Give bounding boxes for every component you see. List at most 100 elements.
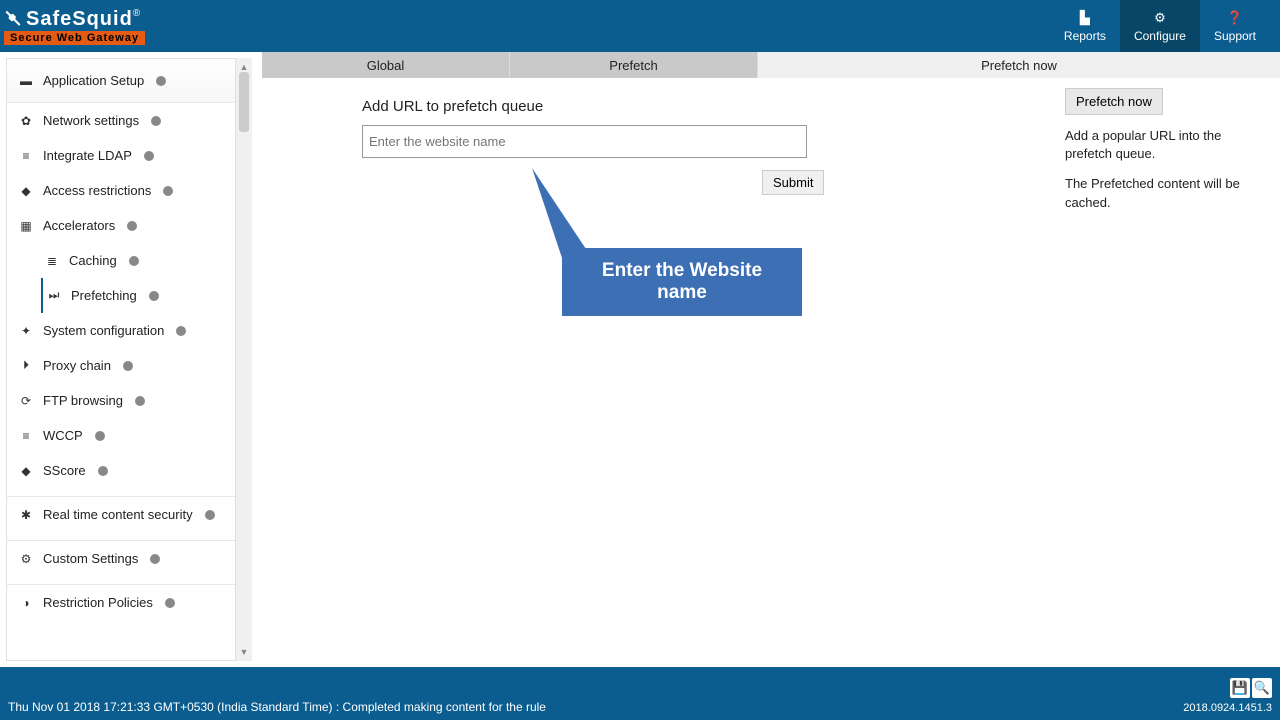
- nav-support[interactable]: ❓ Support: [1200, 0, 1270, 52]
- footer-status: Thu Nov 01 2018 17:21:33 GMT+0530 (India…: [8, 700, 546, 714]
- help-icon: ❓: [1227, 10, 1243, 26]
- footer: Thu Nov 01 2018 17:21:33 GMT+0530 (India…: [0, 667, 1280, 720]
- chain-icon: ⏵: [19, 358, 33, 373]
- sidebar-item-prefetching[interactable]: ⏭ Prefetching: [41, 278, 235, 313]
- nav-configure[interactable]: ⚙ Configure: [1120, 0, 1200, 52]
- panel-text-2: The Prefetched content will be cached.: [1065, 175, 1270, 211]
- info-badge-icon: [98, 466, 108, 476]
- sidebar-item-sscore[interactable]: ◆ SScore: [7, 453, 235, 488]
- info-badge-icon: [205, 510, 215, 520]
- sidebar-item-wccp[interactable]: ≡ WCCP: [7, 418, 235, 453]
- save-icon[interactable]: 💾: [1230, 678, 1250, 698]
- nav-configure-label: Configure: [1134, 29, 1186, 43]
- scroll-thumb[interactable]: [239, 72, 249, 132]
- callout-box: Enter the Website name: [562, 248, 802, 316]
- sidebar-label: WCCP: [43, 428, 83, 443]
- sidebar-item-app-setup[interactable]: ▬ Application Setup: [7, 59, 235, 103]
- prefetch-now-button[interactable]: Prefetch now: [1065, 88, 1163, 115]
- sidebar-label: Accelerators: [43, 218, 115, 233]
- sliders-icon: ⚙: [1154, 10, 1166, 26]
- sidebar-item-access[interactable]: ◆ Access restrictions: [7, 173, 235, 208]
- brand-tagline: Secure Web Gateway: [4, 31, 145, 45]
- sidebar-item-custom[interactable]: ⚙ Custom Settings: [7, 541, 235, 576]
- puzzle-icon: ✦: [19, 324, 33, 338]
- main-area: ▬ Application Setup ✿ Network settings ≡…: [0, 52, 1280, 667]
- info-badge-icon: [163, 186, 173, 196]
- speed-icon: ▦: [19, 219, 33, 233]
- info-badge-icon: [176, 326, 186, 336]
- info-badge-icon: [156, 76, 166, 86]
- info-badge-icon: [165, 598, 175, 608]
- panel-text-1: Add a popular URL into the prefetch queu…: [1065, 127, 1270, 163]
- search-icon[interactable]: 🔍: [1252, 678, 1272, 698]
- briefcase-icon: ▬: [19, 74, 33, 88]
- app-header: SafeSquid® Secure Web Gateway ▙ Reports …: [0, 0, 1280, 52]
- gear-icon: ⚙: [19, 552, 33, 566]
- content-body: Add URL to prefetch queue Submit Enter t…: [262, 78, 1280, 667]
- info-badge-icon: [151, 116, 161, 126]
- sidebar-item-ftp[interactable]: ⟳ FTP browsing: [7, 383, 235, 418]
- sidebar-item-caching[interactable]: ≣ Caching: [7, 243, 235, 278]
- sidebar-label: FTP browsing: [43, 393, 123, 408]
- sidebar-item-sysconf[interactable]: ✦ System configuration: [7, 313, 235, 348]
- scroll-up-icon: ▲: [240, 62, 249, 72]
- sidebar-label: Access restrictions: [43, 183, 151, 198]
- info-badge-icon: [127, 221, 137, 231]
- chart-icon: ▙: [1080, 10, 1090, 26]
- sidebar: ▬ Application Setup ✿ Network settings ≡…: [6, 58, 236, 661]
- list-icon: ≡: [19, 149, 33, 163]
- info-badge-icon: [95, 431, 105, 441]
- footer-version: 2018.0924.1451.3: [1183, 702, 1272, 714]
- scroll-down-icon: ▼: [240, 647, 249, 657]
- forward-icon: ⏭: [47, 288, 61, 303]
- info-badge-icon: [149, 291, 159, 301]
- sidebar-label: Custom Settings: [43, 551, 138, 566]
- form-title: Add URL to prefetch queue: [362, 98, 1055, 115]
- globe-icon: ✿: [19, 114, 33, 128]
- info-badge-icon: [135, 396, 145, 406]
- tab-global[interactable]: Global: [262, 52, 510, 78]
- check-icon: ◆: [19, 464, 33, 478]
- sidebar-label: Application Setup: [43, 73, 144, 88]
- shield-icon: ◆: [19, 184, 33, 198]
- tab-prefetch[interactable]: Prefetch: [510, 52, 758, 78]
- wrench-icon: [4, 10, 22, 28]
- content-area: Global Prefetch Prefetch now Add URL to …: [262, 52, 1280, 667]
- logo-area: SafeSquid® Secure Web Gateway: [4, 8, 145, 45]
- sidebar-label: Caching: [69, 253, 117, 268]
- info-badge-icon: [144, 151, 154, 161]
- sidebar-item-accelerators[interactable]: ▦ Accelerators: [7, 208, 235, 243]
- nav-support-label: Support: [1214, 29, 1256, 43]
- lock-icon: ◑: [19, 596, 33, 610]
- sidebar-item-network[interactable]: ✿ Network settings: [7, 103, 235, 138]
- right-panel: Prefetch now Add a popular URL into the …: [1055, 78, 1280, 667]
- bug-icon: ✱: [19, 508, 33, 522]
- sidebar-item-ldap[interactable]: ≡ Integrate LDAP: [7, 138, 235, 173]
- nav-reports-label: Reports: [1064, 29, 1106, 43]
- info-badge-icon: [129, 256, 139, 266]
- tab-prefetch-now[interactable]: Prefetch now: [758, 52, 1280, 78]
- form-area: Add URL to prefetch queue Submit Enter t…: [262, 78, 1055, 667]
- nav-reports[interactable]: ▙ Reports: [1050, 0, 1120, 52]
- url-input[interactable]: [362, 125, 807, 158]
- info-badge-icon: [123, 361, 133, 371]
- submit-button[interactable]: Submit: [762, 170, 824, 195]
- sidebar-item-proxy[interactable]: ⏵ Proxy chain: [7, 348, 235, 383]
- bars-icon: ≡: [19, 429, 33, 443]
- sidebar-item-rtcs[interactable]: ✱ Real time content security: [7, 497, 235, 532]
- refresh-icon: ⟳: [19, 394, 33, 408]
- header-nav: ▙ Reports ⚙ Configure ❓ Support: [1050, 0, 1270, 52]
- sidebar-wrap: ▬ Application Setup ✿ Network settings ≡…: [0, 52, 262, 667]
- sidebar-label: Restriction Policies: [43, 595, 153, 610]
- sidebar-label: SScore: [43, 463, 86, 478]
- sidebar-item-restrict[interactable]: ◑ Restriction Policies: [7, 585, 235, 620]
- sidebar-label: System configuration: [43, 323, 164, 338]
- sidebar-scrollbar[interactable]: ▲ ▼: [236, 58, 252, 661]
- sidebar-label: Network settings: [43, 113, 139, 128]
- sidebar-label: Proxy chain: [43, 358, 111, 373]
- sidebar-label: Prefetching: [71, 288, 137, 303]
- brand-name: SafeSquid®: [26, 8, 140, 31]
- stack-icon: ≣: [45, 254, 59, 268]
- tabs: Global Prefetch Prefetch now: [262, 52, 1280, 78]
- sidebar-label: Real time content security: [43, 507, 193, 522]
